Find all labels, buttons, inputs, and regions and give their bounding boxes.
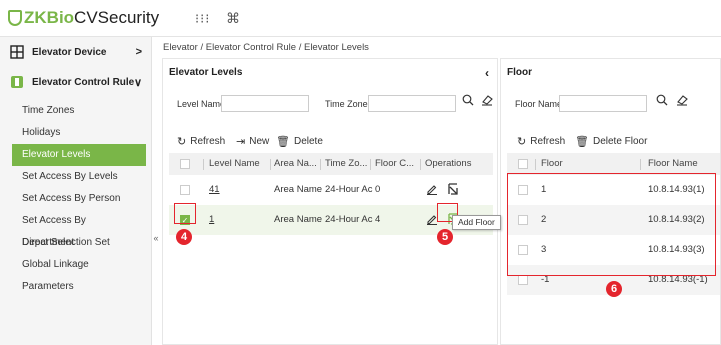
column-separator <box>203 159 204 170</box>
column-floor[interactable]: Floor <box>541 153 563 175</box>
panel-title: Floor <box>507 67 532 78</box>
sidebar-group-label: Elevator Device <box>32 46 107 58</box>
floor-name-input[interactable] <box>559 95 647 112</box>
sidebar-item-set-access-by-person[interactable]: Set Access By Person <box>0 188 134 210</box>
refresh-label: Refresh <box>530 136 566 147</box>
level-name-link[interactable]: 1 <box>209 205 214 235</box>
new-button[interactable]: ⇥ New <box>236 135 269 148</box>
floor-name-label: Floor Name <box>515 99 563 109</box>
elevator-device-icon <box>10 45 24 59</box>
sidebar-item-global-linkage[interactable]: Global Linkage <box>0 254 134 276</box>
levels-table-header: Level Name Area Na... Time Zo... Floor C… <box>169 153 493 175</box>
time-zones-input[interactable] <box>368 95 456 112</box>
column-separator <box>420 159 421 170</box>
delete-floor-button[interactable]: 🗑 Delete Floor <box>575 135 647 148</box>
callout-box-floor-list <box>507 173 716 276</box>
app-logo: ZKBio CVSecurity <box>8 7 159 29</box>
column-separator <box>270 159 271 170</box>
chevron-right-icon: > <box>135 46 142 58</box>
elevator-control-rule-icon <box>11 76 23 88</box>
sidebar-item-elevator-levels[interactable]: Elevator Levels <box>12 144 146 166</box>
sidebar-item-set-access-by-department[interactable]: Set Access By Department <box>0 210 134 248</box>
breadcrumb: Elevator / Elevator Control Rule / Eleva… <box>163 42 369 53</box>
product-name: CVSecurity <box>74 8 160 27</box>
add-floor-tooltip: Add Floor <box>452 215 501 230</box>
search-icon[interactable] <box>656 94 668 109</box>
area-name-cell: Area Name <box>274 184 323 195</box>
column-separator <box>370 159 371 170</box>
sidebar-group-elevator-device[interactable]: Elevator Device > <box>0 37 152 67</box>
callout-badge-6: 6 <box>606 281 622 297</box>
search-icon[interactable] <box>462 94 474 109</box>
column-level-name[interactable]: Level Name <box>209 153 260 175</box>
chevron-down-icon: ∨ <box>133 76 142 89</box>
column-separator <box>640 159 641 170</box>
callout-badge-4: 4 <box>176 229 192 245</box>
column-floor-name[interactable]: Floor Name <box>648 153 698 175</box>
column-operations: Operations <box>425 158 472 169</box>
sidebar-item-set-access-by-levels[interactable]: Set Access By Levels <box>0 166 134 188</box>
time-zones-label: Time Zones <box>325 99 373 109</box>
panel-title: Elevator Levels <box>169 67 243 78</box>
row-checkbox[interactable] <box>180 185 190 195</box>
time-zone-cell: 24-Hour Ac <box>325 184 373 195</box>
callout-box-checkbox <box>174 203 196 224</box>
clear-filter-icon[interactable] <box>676 94 688 109</box>
shield-logo-icon <box>8 10 22 26</box>
floor-count-cell: 4 <box>375 214 381 225</box>
refresh-button[interactable]: ↻ Refresh <box>517 135 565 148</box>
level-name-link[interactable]: 41 <box>209 175 220 205</box>
column-area-name[interactable]: Area Na... <box>274 153 317 175</box>
row-checkbox[interactable] <box>518 275 528 285</box>
delete-floor-label: Delete Floor <box>592 136 648 147</box>
trash-icon: 🗑 <box>276 136 290 148</box>
select-all-checkbox[interactable] <box>518 159 528 169</box>
collapse-panel-icon[interactable]: ‹ <box>485 66 489 80</box>
sidebar-item-holidays[interactable]: Holidays <box>0 122 134 144</box>
column-separator <box>320 159 321 170</box>
refresh-icon: ↻ <box>177 136 187 148</box>
edit-icon[interactable] <box>426 183 438 198</box>
area-name-cell: Area Name <box>274 214 323 225</box>
sidebar-group-elevator-control-rule[interactable]: Elevator Control Rule ∨ <box>0 67 152 97</box>
refresh-icon: ↻ <box>517 136 527 148</box>
select-all-checkbox[interactable] <box>180 159 190 169</box>
collapse-sidebar-icon[interactable]: « <box>152 226 160 250</box>
time-zone-cell: 24-Hour Ac <box>325 214 373 225</box>
refresh-label: Refresh <box>190 136 226 147</box>
elevator-levels-panel: Elevator Levels ‹ Level Name Time Zones … <box>162 58 498 345</box>
level-name-label: Level Name <box>177 99 226 109</box>
floor-table-header: Floor Floor Name <box>507 153 720 175</box>
top-bar: ZKBio CVSecurity ⁝⁝⁝ ⌘ <box>0 0 721 37</box>
app-grid-icon[interactable]: ⁝⁝⁝ <box>195 11 210 27</box>
clear-filter-icon[interactable] <box>481 94 493 109</box>
table-row[interactable]: 41 Area Name 24-Hour Ac 0 <box>169 175 493 205</box>
add-floor-icon[interactable] <box>447 183 459 198</box>
brand-name: ZKBio <box>24 8 75 27</box>
callout-badge-5: 5 <box>437 229 453 245</box>
level-name-input[interactable] <box>221 95 309 112</box>
sidebar-item-direct-selection-set[interactable]: Direct Selection Set <box>0 232 134 254</box>
new-label: New <box>249 136 270 147</box>
trash-icon: 🗑 <box>575 136 589 148</box>
column-time-zones[interactable]: Time Zo... <box>325 153 367 175</box>
floor-count-cell: 0 <box>375 184 381 195</box>
column-floor-count[interactable]: Floor C... <box>375 153 414 175</box>
refresh-button[interactable]: ↻ Refresh <box>177 135 225 148</box>
new-icon: ⇥ <box>236 136 246 148</box>
command-icon[interactable]: ⌘ <box>226 10 240 27</box>
sidebar-item-parameters[interactable]: Parameters <box>0 276 134 298</box>
column-separator <box>535 159 536 170</box>
sidebar-item-time-zones[interactable]: Time Zones <box>0 100 134 122</box>
delete-button[interactable]: 🗑 Delete <box>276 135 323 148</box>
sidebar-group-label: Elevator Control Rule <box>32 76 135 88</box>
sidebar: Elevator Device > Elevator Control Rule … <box>0 37 152 345</box>
delete-label: Delete <box>293 136 323 147</box>
